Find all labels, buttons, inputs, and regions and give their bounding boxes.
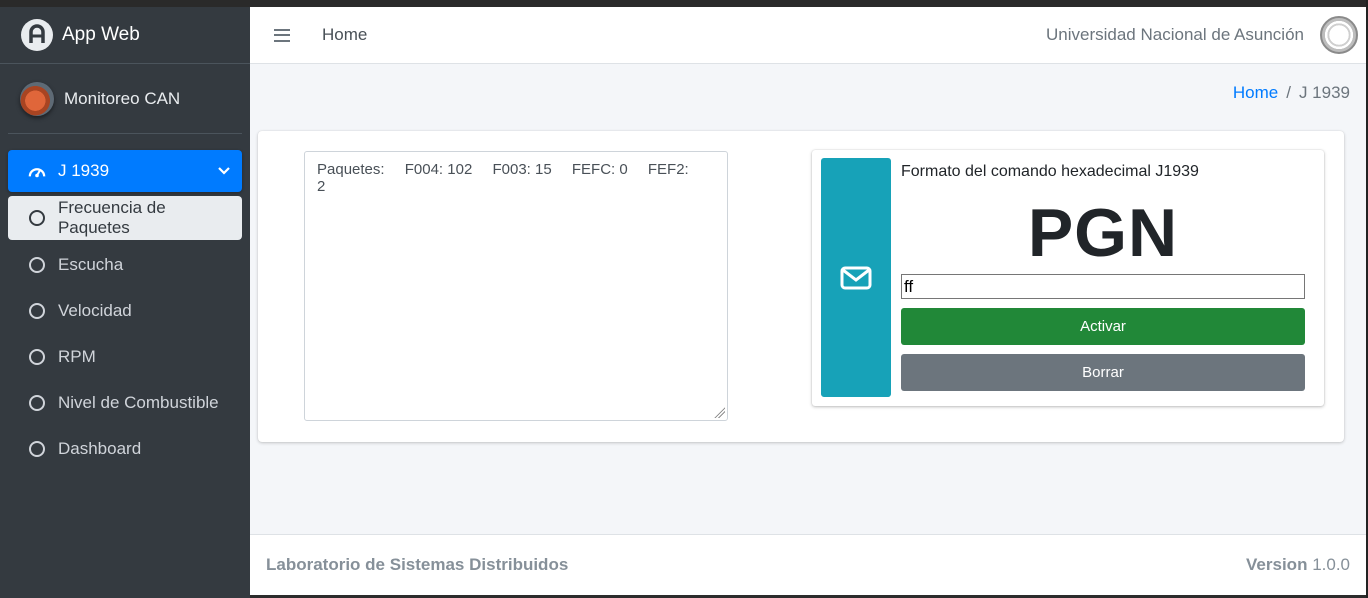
version-label: Version (1246, 555, 1308, 574)
top-navbar: Home Universidad Nacional de Asunción (250, 7, 1366, 64)
menu-toggle-icon[interactable] (274, 28, 290, 42)
top-home-link[interactable]: Home (322, 25, 367, 45)
command-title: Formato del comando hexadecimal J1939 (901, 163, 1199, 180)
footer: Laboratorio de Sistemas Distribuidos Ver… (250, 534, 1366, 595)
sidebar-group-j1939[interactable]: J 1939 (8, 150, 242, 192)
circle-icon (28, 395, 46, 411)
content-wrapper: Home / J 1939 Paquetes: F004: 102 F003: 15… (250, 64, 1366, 534)
packet-count: FEFC: 0 (571, 161, 628, 178)
main-card: Paquetes: F004: 102 F003: 15 FEFC: 0 FEF… (258, 131, 1344, 442)
sidebar-item-label: Escucha (58, 255, 124, 274)
sidebar: App Web Monitoreo CAN J 1939 Frecuencia … (0, 7, 250, 598)
packet-count: F004: 102 (404, 161, 473, 178)
university-name: Universidad Nacional de Asunción (1046, 25, 1304, 44)
sidebar-item-label: Dashboard (58, 439, 142, 458)
sidebar-item-dashboard[interactable]: Dashboard (8, 428, 242, 470)
breadcrumb-home-link[interactable]: Home (1233, 83, 1278, 102)
hex-command-input[interactable] (901, 274, 1305, 299)
brand-link[interactable]: App Web (0, 7, 250, 64)
sidebar-item-label: Nivel de Combustible (58, 393, 219, 412)
footer-lab-name: Laboratorio de Sistemas Distribuidos (266, 555, 569, 574)
version-number: 1.0.0 (1312, 555, 1350, 574)
envelope-icon (821, 158, 891, 397)
breadcrumb: Home / J 1939 (1233, 83, 1350, 103)
packets-prefix: Paquetes: (317, 161, 385, 178)
sidebar-group-label: J 1939 (58, 161, 110, 180)
chevron-down-icon (218, 164, 230, 178)
command-info-box: Formato del comando hexadecimal J1939 PG… (812, 150, 1324, 406)
sidebar-item-label: Frecuencia de Paquetes (57, 198, 166, 237)
app-logo-icon (21, 19, 53, 51)
sidebar-item-label: Velocidad (58, 301, 132, 320)
sidebar-item-rpm[interactable]: RPM (8, 336, 242, 378)
sidebar-item-frecuencia[interactable]: Frecuencia de Paquetes (8, 196, 242, 240)
window-top-edge (0, 0, 1368, 7)
circle-icon (28, 257, 46, 273)
pgn-label: PGN (1027, 195, 1179, 271)
university-seal-icon (1320, 16, 1358, 54)
packets-textarea[interactable]: Paquetes: F004: 102 F003: 15 FEFC: 0 FEF… (304, 151, 728, 421)
truck-avatar-icon (20, 81, 54, 116)
sidebar-item-combustible[interactable]: Nivel de Combustible (8, 382, 242, 424)
circle-icon (28, 303, 46, 319)
clear-button[interactable]: Borrar (901, 354, 1305, 391)
tachometer-icon (28, 163, 46, 179)
sidebar-item-escucha[interactable]: Escucha (8, 244, 242, 286)
breadcrumb-separator: / (1286, 83, 1291, 102)
user-panel[interactable]: Monitoreo CAN (8, 64, 242, 134)
footer-version: Version 1.0.0 (1246, 555, 1350, 575)
circle-icon (28, 349, 46, 365)
user-name[interactable]: Monitoreo CAN (64, 89, 180, 109)
circle-icon (28, 210, 46, 226)
sidebar-item-label: RPM (58, 347, 96, 366)
resize-handle-icon[interactable] (713, 406, 725, 418)
sidebar-item-velocidad[interactable]: Velocidad (8, 290, 242, 332)
brand-title: App Web (62, 24, 140, 45)
circle-icon (28, 441, 46, 457)
activate-button[interactable]: Activar (901, 308, 1305, 345)
packet-count: F003: 15 (492, 161, 552, 178)
sidebar-nav: J 1939 Frecuencia de Paquetes Escucha Ve… (0, 134, 250, 470)
breadcrumb-current: J 1939 (1298, 83, 1350, 102)
